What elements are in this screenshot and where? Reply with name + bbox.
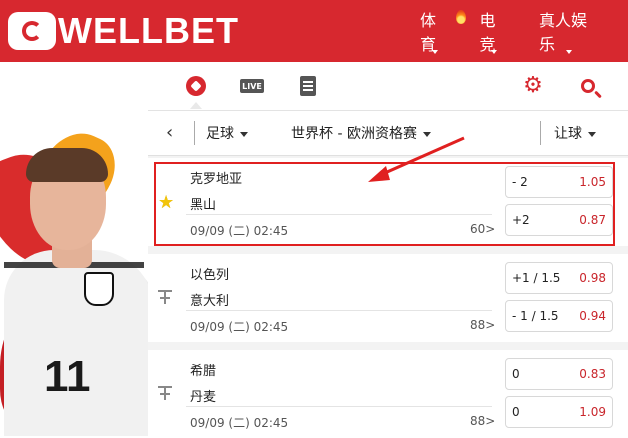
pin-icon[interactable] — [158, 386, 172, 400]
divider — [186, 406, 492, 407]
odds-value: 0.98 — [579, 271, 606, 285]
top-header: WELLBET 体育 电竞 真人娱乐 — [0, 0, 628, 62]
sport-select-value: 足球 — [206, 126, 234, 142]
settings-button[interactable]: ⚙ — [521, 74, 545, 98]
team-crest-icon — [84, 272, 114, 306]
more-markets-link[interactable]: 88> — [470, 318, 495, 332]
home-team: 以色列 — [190, 268, 230, 283]
away-team: 意大利 — [190, 294, 230, 309]
caret-down-icon — [431, 50, 438, 54]
nav-item-live-casino[interactable]: 真人娱乐 — [539, 0, 598, 62]
betting-panel: LIVE ⚙ ‹ 足球 世界杯 - 欧洲资格赛 让球 ★ 克罗地亚 黑山 09/… — [148, 62, 628, 438]
hero-player-image: 11 — [0, 62, 148, 436]
more-markets-link[interactable]: 88> — [470, 414, 495, 428]
chevron-left-icon[interactable]: ‹ — [166, 122, 173, 143]
search-icon — [581, 79, 595, 93]
jersey-number: 11 — [44, 352, 91, 401]
odds-button[interactable]: - 1 / 1.5 0.94 — [505, 300, 613, 332]
live-tab[interactable]: LIVE — [240, 79, 264, 93]
match-row[interactable]: 以色列 意大利 09/09 (二) 02:45 88> +1 / 1.5 0.9… — [148, 254, 628, 342]
nav-item-sports[interactable]: 体育 — [420, 0, 466, 62]
odds-button[interactable]: 0 1.09 — [505, 396, 613, 428]
divider — [186, 310, 492, 311]
pin-icon[interactable] — [158, 290, 172, 304]
results-tab[interactable] — [296, 74, 320, 98]
football-icon — [186, 76, 206, 96]
gear-icon: ⚙ — [523, 73, 543, 98]
caret-down-icon — [565, 50, 572, 54]
divider — [540, 121, 541, 145]
handicap: - 1 / 1.5 — [512, 309, 559, 323]
search-button[interactable] — [576, 74, 600, 98]
player-hair — [26, 148, 108, 182]
odds-button[interactable]: 0 0.83 — [505, 358, 613, 390]
football-tab[interactable] — [184, 74, 208, 98]
player-shirt — [4, 250, 148, 436]
handicap: +1 / 1.5 — [512, 271, 561, 285]
match-row[interactable]: 希腊 丹麦 09/09 (二) 02:45 88> 0 0.83 0 1.09 — [148, 350, 628, 438]
market-select[interactable]: 让球 — [554, 123, 596, 143]
odds-value: 1.09 — [579, 405, 606, 419]
caret-down-icon — [491, 50, 498, 54]
document-icon — [300, 76, 316, 96]
caret-down-icon — [588, 131, 596, 137]
active-tab-marker — [190, 102, 202, 109]
divider — [194, 121, 195, 145]
caret-down-icon — [240, 131, 248, 137]
nav-label: 体育 — [420, 11, 437, 54]
nav-label: 电竞 — [479, 11, 496, 54]
nav-label: 真人娱乐 — [539, 11, 588, 54]
handicap: 0 — [512, 405, 520, 419]
home-team: 希腊 — [190, 364, 217, 379]
odds-value: 0.83 — [579, 367, 606, 381]
nav-item-esports[interactable]: 电竞 — [480, 0, 510, 62]
match-time: 09/09 (二) 02:45 — [190, 320, 289, 334]
wellbet-logo[interactable]: WELLBET — [8, 10, 239, 52]
match-time: 09/09 (二) 02:45 — [190, 416, 289, 430]
market-select-value: 让球 — [554, 126, 582, 142]
logo-text: WELLBET — [58, 10, 239, 51]
odds-button[interactable]: +1 / 1.5 0.98 — [505, 262, 613, 294]
annotation-arrow-icon — [368, 136, 465, 182]
logo-mark-icon — [8, 12, 56, 50]
away-team: 丹麦 — [190, 390, 217, 405]
sport-select[interactable]: 足球 — [206, 123, 248, 143]
flame-icon — [456, 10, 466, 24]
handicap: 0 — [512, 367, 520, 381]
odds-value: 0.94 — [579, 309, 606, 323]
main-nav: 体育 电竞 真人娱乐 — [420, 0, 628, 62]
panel-toolbar: LIVE ⚙ — [148, 62, 628, 111]
